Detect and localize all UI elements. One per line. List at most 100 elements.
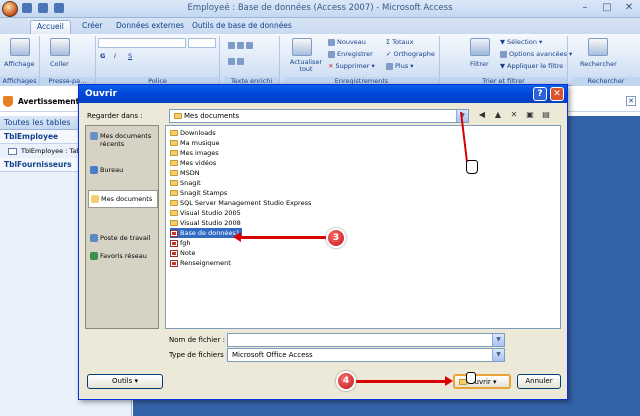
group-label-affichages: Affichages (0, 77, 39, 86)
list-item[interactable]: fgh (170, 238, 191, 248)
annotation-badge-3: 3 (326, 228, 346, 248)
delete-icon[interactable]: ✕ (509, 110, 519, 120)
list-item[interactable]: Downloads (170, 128, 216, 138)
list-item[interactable]: MSDN (170, 168, 200, 178)
tab-accueil[interactable]: Accueil (30, 20, 71, 34)
list-item-selected[interactable]: Base de données1 (170, 228, 242, 238)
list-item[interactable]: Renseignement (170, 258, 231, 268)
filename-label: Nom de fichier : (169, 336, 225, 344)
dialog-close-button[interactable]: ✕ (550, 87, 564, 101)
ribbon-tabs: Accueil Créer Données externes Outils de… (0, 18, 640, 34)
view-icon[interactable] (10, 38, 30, 56)
filetype-value: Microsoft Office Access (232, 351, 313, 359)
place-recent-documents[interactable]: Mes documents récents (88, 132, 158, 148)
binoculars-icon[interactable] (588, 38, 608, 56)
annotation-line-dropdown (460, 112, 468, 163)
look-in-combo[interactable]: Mes documents ▼ (169, 109, 469, 123)
network-icon (90, 252, 98, 260)
filtrer-button[interactable]: Filtrer (470, 60, 489, 68)
underline-button[interactable]: S (128, 52, 132, 60)
plus-button[interactable]: Plus ▾ (386, 62, 414, 70)
selection-button[interactable]: ▼ Sélection ▾ (500, 38, 542, 46)
open-button[interactable]: Ouvrir ▾ (453, 374, 511, 389)
appliquer-filtre-button[interactable]: ▼ Appliquer le filtre (500, 62, 563, 70)
place-my-computer[interactable]: Poste de travail (88, 234, 158, 242)
maximize-button[interactable]: □ (596, 0, 618, 16)
up-folder-icon[interactable]: ▲ (493, 110, 503, 120)
font-size-combo[interactable] (188, 38, 216, 48)
place-network[interactable]: Favoris réseau (88, 252, 158, 260)
affichage-button[interactable]: Affichage (4, 60, 35, 68)
apply-filter-icon: ▼ (500, 62, 505, 70)
bold-button[interactable]: G (100, 52, 105, 60)
list-item[interactable]: Mes images (170, 148, 219, 158)
folder-icon (170, 190, 178, 196)
coller-button[interactable]: Coller (50, 60, 69, 68)
align-left-icon[interactable] (228, 42, 253, 49)
font-name-combo[interactable] (98, 38, 186, 48)
folder-icon (170, 160, 178, 166)
sigma-icon: Σ (386, 38, 391, 46)
annotation-arrow-3 (233, 232, 326, 242)
list-item[interactable]: Visual Studio 2005 (170, 208, 241, 218)
tab-creer[interactable]: Créer (76, 20, 108, 34)
filename-input[interactable]: ▼ (227, 333, 505, 347)
hand-cursor-icon (466, 372, 476, 384)
security-close-icon[interactable]: ✕ (626, 96, 636, 106)
places-bar: Mes documents récents Bureau Mes documen… (85, 125, 159, 329)
place-my-documents[interactable]: Mes documents (88, 190, 158, 208)
folder-icon (170, 210, 178, 216)
dialog-toolbar: ◀ ▲ ✕ ▣ ▤ (477, 110, 551, 120)
tab-outils-base[interactable]: Outils de base de données (186, 20, 298, 34)
cancel-button[interactable]: Annuler (517, 374, 561, 389)
enregistrer-button[interactable]: Enregistrer (328, 50, 373, 58)
access-title-bar: Employeé : Base de données (Access 2007)… (0, 0, 640, 18)
group-trier-filtrer: Filtrer ▼ Sélection ▾ Options avancées ▾ … (440, 36, 572, 86)
views-icon[interactable]: ▤ (541, 110, 551, 120)
refresh-icon[interactable] (292, 38, 312, 56)
totaux-button[interactable]: Σ Totaux (386, 38, 413, 46)
list-item[interactable]: Visual Studio 2008 (170, 218, 241, 228)
paste-icon[interactable] (50, 38, 70, 56)
desktop-icon (90, 166, 98, 174)
filetype-select[interactable]: Microsoft Office Access ▼ (227, 348, 505, 362)
close-button[interactable]: ✕ (618, 0, 640, 16)
window-title: Employeé : Base de données (Access 2007)… (187, 3, 453, 13)
italic-button[interactable]: I (114, 52, 116, 60)
filetype-dropdown-arrow[interactable]: ▼ (492, 349, 504, 361)
folder-icon (170, 180, 178, 186)
rechercher-button[interactable]: Rechercher (580, 60, 617, 68)
hand-cursor-icon (466, 160, 478, 174)
dialog-help-button[interactable]: ? (533, 87, 547, 101)
group-presse-papiers: Coller Presse-pa... (40, 36, 96, 86)
minimize-button[interactable]: – (574, 0, 596, 16)
my-documents-icon (91, 195, 99, 203)
list-item[interactable]: Note (170, 248, 195, 258)
nouveau-button[interactable]: Nouveau (328, 38, 366, 46)
filename-dropdown-arrow[interactable]: ▼ (492, 334, 504, 346)
list-item[interactable]: SQL Server Management Studio Express (170, 198, 311, 208)
access-db-icon (170, 229, 178, 237)
group-texte-enrichi: Texte enrichi (224, 36, 280, 86)
list-item[interactable]: Snagit (170, 178, 201, 188)
list-icon[interactable] (228, 58, 244, 65)
tools-button[interactable]: Outils ▾ (87, 374, 163, 389)
tab-donnees-externes[interactable]: Données externes (110, 20, 190, 34)
list-item[interactable]: Ma musique (170, 138, 220, 148)
orthographe-button[interactable]: ✓ Orthographe (386, 50, 435, 58)
access-db-icon (170, 259, 178, 267)
recent-documents-icon (90, 132, 98, 140)
list-item[interactable]: Snagit Stamps (170, 188, 227, 198)
back-icon[interactable]: ◀ (477, 110, 487, 120)
new-folder-icon[interactable]: ▣ (525, 110, 535, 120)
options-avancees-button[interactable]: Options avancées ▾ (500, 50, 572, 58)
dialog-title: Ouvrir (79, 85, 567, 103)
open-dropdown-icon[interactable]: ▾ (493, 378, 497, 386)
folder-icon (170, 140, 178, 146)
actualiser-button[interactable]: Actualiser tout (286, 59, 326, 73)
supprimer-button[interactable]: ✕ Supprimer ▾ (328, 62, 375, 70)
list-item[interactable]: Mes vidéos (170, 158, 216, 168)
ribbon: Affichage Affichages Coller Presse-pa...… (0, 34, 640, 86)
place-desktop[interactable]: Bureau (88, 166, 158, 174)
filter-icon[interactable] (470, 38, 490, 56)
